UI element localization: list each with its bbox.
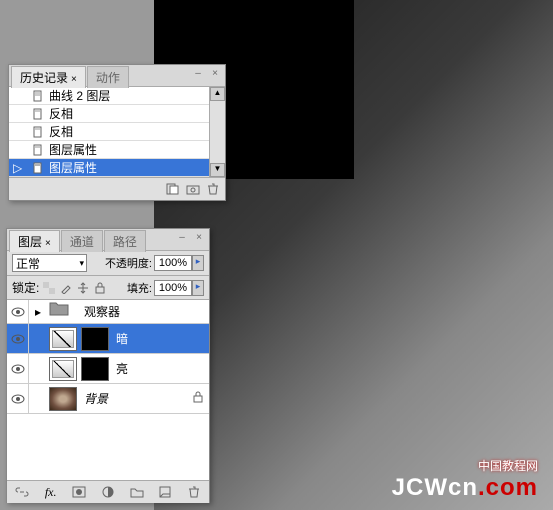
- new-adjustment-button[interactable]: [99, 484, 117, 500]
- panel-close-button[interactable]: ×: [192, 232, 206, 246]
- document-icon: [30, 107, 46, 121]
- history-item[interactable]: 图层属性: [9, 141, 209, 159]
- lock-position-button[interactable]: [76, 281, 90, 295]
- delete-button[interactable]: [204, 181, 222, 197]
- history-item-label: 反相: [49, 123, 73, 140]
- history-marker-icon: ▷: [13, 161, 27, 175]
- history-item-label: 曲线 2 图层: [49, 87, 110, 104]
- fill-label: 填充:: [127, 280, 152, 296]
- layer-name[interactable]: 暗: [116, 330, 128, 347]
- layers-list: ▸ 观察器 暗 亮 背景: [7, 300, 209, 480]
- layer-row[interactable]: 背景: [7, 384, 209, 414]
- tab-channels[interactable]: 通道: [61, 230, 103, 252]
- visibility-toggle[interactable]: [7, 384, 29, 413]
- tab-paths[interactable]: 路径: [104, 230, 146, 252]
- history-item[interactable]: 反相: [9, 123, 209, 141]
- lock-all-button[interactable]: [93, 281, 107, 295]
- panel-close-button[interactable]: ×: [208, 68, 222, 82]
- lock-transparent-button[interactable]: [42, 281, 56, 295]
- expand-arrow-icon[interactable]: ▸: [29, 300, 47, 323]
- delete-layer-button[interactable]: [185, 484, 203, 500]
- mask-thumbnail[interactable]: [81, 357, 109, 381]
- layer-row[interactable]: ▸ 观察器: [7, 300, 209, 324]
- tab-actions[interactable]: 动作: [87, 66, 129, 88]
- watermark-cn: 中国教程网: [392, 457, 538, 474]
- layer-row[interactable]: 亮: [7, 354, 209, 384]
- layer-lock-row: 锁定: 填充: 100% ▸: [7, 276, 209, 300]
- blend-mode-select[interactable]: 正常 ▾: [12, 254, 87, 272]
- layers-panel-header: 图层× 通道 路径 – ×: [7, 229, 209, 251]
- add-mask-button[interactable]: [70, 484, 88, 500]
- layer-thumbnail[interactable]: [49, 387, 77, 411]
- history-item-label: 图层属性: [49, 159, 97, 176]
- document-icon: [30, 125, 46, 139]
- opacity-input[interactable]: 100%: [154, 255, 192, 271]
- close-icon[interactable]: ×: [71, 74, 77, 85]
- history-list: 曲线 2 图层 反相 反相 图层属性 ▷ 图层属性: [9, 87, 209, 177]
- new-group-button[interactable]: [128, 484, 146, 500]
- blend-mode-value: 正常: [16, 255, 40, 272]
- curves-thumbnail[interactable]: [49, 357, 77, 381]
- new-layer-button[interactable]: [156, 484, 174, 500]
- layer-row[interactable]: 暗: [7, 324, 209, 354]
- layers-panel: 图层× 通道 路径 – × 正常 ▾ 不透明度: 100% ▸ 锁定: 填充: …: [6, 228, 210, 503]
- lock-icon: [193, 391, 203, 406]
- fill-slider-button[interactable]: ▸: [192, 280, 204, 296]
- history-item[interactable]: 反相: [9, 105, 209, 123]
- history-panel-header: 历史记录× 动作 – ×: [9, 65, 225, 87]
- document-icon: [30, 161, 46, 175]
- tab-history[interactable]: 历史记录×: [11, 66, 86, 88]
- visibility-toggle[interactable]: [7, 354, 29, 383]
- folder-icon: [49, 300, 77, 324]
- layer-options-row: 正常 ▾ 不透明度: 100% ▸: [7, 251, 209, 276]
- layer-name[interactable]: 背景: [84, 390, 108, 407]
- scrollbar[interactable]: ▲ ▼: [209, 87, 225, 177]
- history-footer: [9, 177, 225, 200]
- new-document-from-state-button[interactable]: [164, 181, 182, 197]
- panel-minimize-button[interactable]: –: [191, 68, 205, 82]
- fill-input[interactable]: 100%: [154, 280, 192, 296]
- close-icon[interactable]: ×: [45, 238, 51, 249]
- visibility-toggle[interactable]: [7, 324, 29, 353]
- curves-thumbnail[interactable]: [49, 327, 77, 351]
- history-item-label: 图层属性: [49, 141, 97, 158]
- layer-style-button[interactable]: fx.: [42, 484, 60, 500]
- watermark-en: JCWcn.com: [392, 474, 538, 502]
- watermark: 中国教程网 JCWcn.com: [392, 457, 538, 502]
- layer-name[interactable]: 观察器: [84, 303, 120, 320]
- opacity-slider-button[interactable]: ▸: [192, 255, 204, 271]
- layers-footer: fx.: [7, 480, 209, 503]
- panel-minimize-button[interactable]: –: [175, 232, 189, 246]
- scroll-down-button[interactable]: ▼: [210, 163, 225, 177]
- lock-label: 锁定:: [12, 279, 39, 296]
- document-icon: [30, 89, 46, 103]
- new-snapshot-button[interactable]: [184, 181, 202, 197]
- history-item[interactable]: ▷ 图层属性: [9, 159, 209, 177]
- history-item[interactable]: 曲线 2 图层: [9, 87, 209, 105]
- history-panel: 历史记录× 动作 – × 曲线 2 图层 反相 反相: [8, 64, 226, 201]
- visibility-toggle[interactable]: [7, 300, 29, 323]
- opacity-label: 不透明度:: [105, 255, 152, 271]
- link-layers-button[interactable]: [13, 484, 31, 500]
- tab-layers[interactable]: 图层×: [9, 230, 60, 252]
- scroll-up-button[interactable]: ▲: [210, 87, 225, 101]
- chevron-down-icon: ▾: [79, 258, 86, 269]
- mask-thumbnail[interactable]: [81, 327, 109, 351]
- document-icon: [30, 143, 46, 157]
- lock-pixels-button[interactable]: [59, 281, 73, 295]
- history-item-label: 反相: [49, 105, 73, 122]
- layer-name[interactable]: 亮: [116, 360, 128, 377]
